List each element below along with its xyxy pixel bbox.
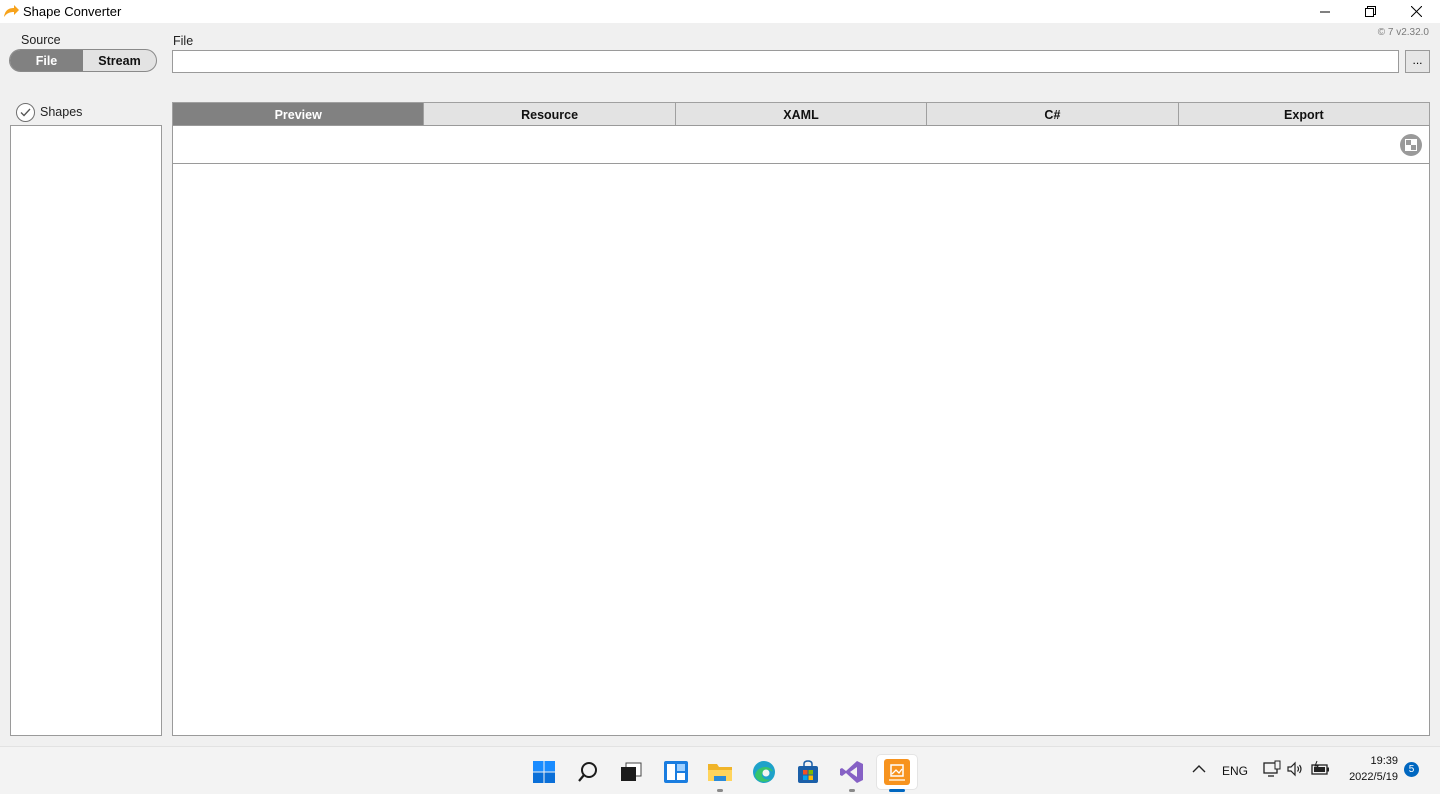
- tab-resource[interactable]: Resource: [424, 103, 676, 126]
- volume-icon[interactable]: [1287, 760, 1303, 778]
- preview-panel: [172, 125, 1430, 736]
- active-indicator: [889, 789, 905, 792]
- running-indicator: [717, 789, 723, 792]
- store-icon: [798, 760, 818, 783]
- source-file-option[interactable]: File: [10, 50, 83, 71]
- app-icon: [4, 5, 19, 17]
- start-button[interactable]: [524, 755, 564, 789]
- source-stream-option[interactable]: Stream: [83, 50, 156, 71]
- version-label: © 7 v2.32.0: [1377, 27, 1429, 38]
- close-button[interactable]: [1393, 0, 1439, 23]
- restore-button[interactable]: [1347, 0, 1393, 23]
- task-view-icon: [621, 762, 642, 781]
- minimize-button[interactable]: [1302, 0, 1348, 23]
- browse-button[interactable]: ...: [1405, 50, 1430, 73]
- clock-date[interactable]: 2022/5/19: [1336, 771, 1398, 783]
- edge-icon: [753, 761, 775, 783]
- network-icon[interactable]: [1263, 760, 1281, 778]
- file-path-input[interactable]: [172, 50, 1399, 73]
- minimize-icon: [1320, 11, 1330, 12]
- notification-badge[interactable]: 5: [1404, 762, 1419, 777]
- shape-converter-icon: [884, 759, 910, 785]
- windows-start-icon: [533, 761, 555, 783]
- show-hidden-icons-chevron-icon[interactable]: [1192, 764, 1206, 774]
- shapes-list[interactable]: [10, 125, 162, 736]
- source-toggle: File Stream: [9, 49, 157, 72]
- file-explorer-icon: [708, 764, 732, 781]
- tab-csharp[interactable]: C#: [927, 103, 1179, 126]
- widgets-icon: [664, 761, 688, 783]
- store-button[interactable]: [788, 755, 828, 789]
- file-label: File: [173, 34, 194, 48]
- tab-preview[interactable]: Preview: [173, 103, 425, 126]
- file-explorer-button[interactable]: [700, 755, 740, 792]
- running-indicator: [849, 789, 855, 792]
- checkerboard-icon: [1405, 139, 1417, 151]
- taskbar-search-button[interactable]: [568, 755, 608, 789]
- preview-toolbar: [173, 126, 1429, 164]
- battery-icon[interactable]: [1311, 760, 1331, 778]
- visual-studio-icon: [840, 761, 863, 783]
- restore-icon: [1364, 6, 1376, 17]
- search-icon: [578, 762, 597, 782]
- checkerboard-toggle-button[interactable]: [1400, 134, 1422, 156]
- shapes-label: Shapes: [40, 105, 83, 119]
- edge-button[interactable]: [744, 755, 784, 789]
- tab-export[interactable]: Export: [1178, 103, 1430, 126]
- tab-xaml[interactable]: XAML: [675, 103, 928, 126]
- widgets-button[interactable]: [656, 755, 696, 789]
- check-circle-icon[interactable]: [16, 102, 35, 122]
- shape-converter-taskbar-button[interactable]: [877, 755, 917, 792]
- source-label: Source: [21, 33, 61, 47]
- title-bar: Shape Converter: [0, 0, 1440, 23]
- clock-time[interactable]: 19:39: [1362, 755, 1398, 767]
- close-icon: [1410, 6, 1422, 17]
- language-indicator[interactable]: ENG: [1222, 764, 1248, 778]
- task-view-button[interactable]: [611, 755, 651, 789]
- window-title: Shape Converter: [23, 4, 122, 19]
- shapes-toggle[interactable]: Shapes: [16, 102, 82, 122]
- visual-studio-button[interactable]: [832, 755, 872, 792]
- tab-bar: Preview Resource XAML C# Export: [172, 102, 1430, 126]
